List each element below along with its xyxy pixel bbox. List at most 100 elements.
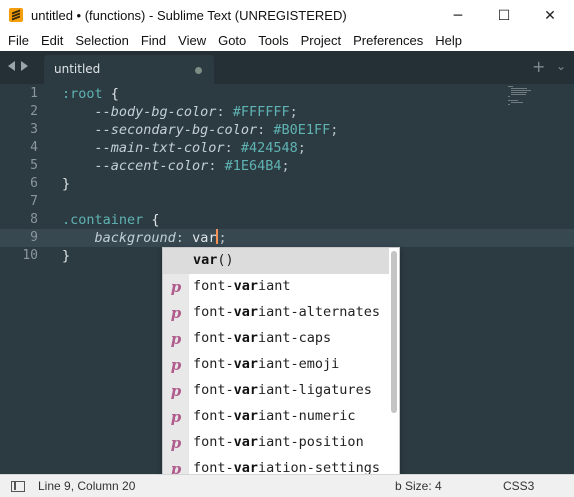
code-line[interactable]: }	[62, 175, 70, 193]
code-token: ;	[330, 122, 339, 138]
line-number: 9	[30, 230, 38, 245]
maximize-button[interactable]: ☐	[481, 0, 527, 31]
code-token: ;	[281, 158, 290, 174]
tab-size-indicator[interactable]: b Size: 4	[395, 479, 442, 493]
line-number: 7	[30, 194, 38, 209]
code-line[interactable]: :root {	[62, 85, 119, 103]
property-kind-icon: p	[163, 274, 189, 300]
menu-view[interactable]: View	[172, 31, 212, 51]
line-number: 2	[30, 104, 38, 119]
status-bar: Line 9, Column 20 b Size: 4 CSS3	[0, 474, 574, 497]
code-line[interactable]: background: var;	[62, 229, 227, 247]
menu-bar: File Edit Selection Find View Goto Tools…	[0, 31, 574, 51]
new-tab-icon[interactable]: +	[532, 57, 545, 76]
code-token: #424548	[240, 140, 298, 156]
code-token: :	[208, 158, 225, 174]
next-tab-icon[interactable]	[21, 61, 28, 71]
sublime-text-icon	[9, 8, 23, 22]
menu-file[interactable]: File	[0, 31, 35, 51]
autocomplete-item-label: font-variant-emoji	[193, 356, 340, 372]
autocomplete-item-label: font-variant-alternates	[193, 304, 380, 320]
minimize-icon: ─	[453, 7, 463, 24]
close-button[interactable]: ✕	[527, 0, 573, 31]
autocomplete-item-label: font-variant-position	[193, 434, 364, 450]
menu-project[interactable]: Project	[295, 31, 347, 51]
property-kind-icon: p	[163, 300, 189, 326]
menu-find[interactable]: Find	[135, 31, 172, 51]
menu-preferences[interactable]: Preferences	[347, 31, 429, 51]
code-line[interactable]: .container {	[62, 211, 160, 229]
autocomplete-item[interactable]: p font-variant-numeric	[163, 404, 389, 430]
menu-tools[interactable]: Tools	[252, 31, 294, 51]
line-number: 6	[30, 176, 38, 191]
code-token: :	[224, 140, 241, 156]
autocomplete-item[interactable]: p font-variant-caps	[163, 326, 389, 352]
code-token: :root	[62, 86, 103, 102]
code-token: }	[62, 176, 71, 192]
window-title: untitled • (functions) - Sublime Text (U…	[31, 8, 347, 23]
code-token: #FFFFFF	[232, 104, 290, 120]
property-kind-icon: p	[163, 326, 189, 352]
menu-goto[interactable]: Goto	[212, 31, 252, 51]
syntax-indicator[interactable]: CSS3	[503, 479, 534, 493]
tab-list-chevron-icon[interactable]: ⌄	[556, 59, 566, 73]
line-number: 4	[30, 140, 38, 155]
tab-nav	[8, 61, 28, 71]
code-token: --main-txt-color	[94, 140, 225, 156]
code-token: ;	[218, 230, 227, 246]
code-token: :	[175, 230, 193, 246]
unsaved-dot-icon[interactable]	[195, 67, 202, 74]
tab-bar: untitled + ⌄	[0, 51, 574, 84]
code-line[interactable]: --secondary-bg-color: #B0E1FF;	[62, 121, 339, 139]
autocomplete-item-label: font-variant-numeric	[193, 408, 356, 424]
autocomplete-item[interactable]: p font-variant-alternates	[163, 300, 389, 326]
autocomplete-item-label: font-variant-caps	[193, 330, 332, 346]
line-number: 10	[22, 248, 38, 263]
autocomplete-item[interactable]: p font-variant-ligatures	[163, 378, 389, 404]
maximize-icon: ☐	[497, 7, 511, 24]
code-token: :	[257, 122, 274, 138]
code-line[interactable]: --main-txt-color: #424548;	[62, 139, 306, 157]
property-kind-icon: p	[163, 352, 189, 378]
code-token: ;	[289, 104, 298, 120]
code-token: #1E64B4	[224, 158, 282, 174]
cursor-position: Line 9, Column 20	[38, 479, 136, 493]
property-kind-icon: p	[163, 378, 189, 404]
code-token: --secondary-bg-color	[94, 122, 258, 138]
autocomplete-item[interactable]: p font-variant-position	[163, 430, 389, 456]
code-token: ;	[297, 140, 306, 156]
minimap[interactable]	[508, 86, 531, 106]
close-icon: ✕	[544, 7, 556, 24]
line-number: 5	[30, 158, 38, 173]
autocomplete-item[interactable]: p font-variant	[163, 274, 389, 300]
code-line[interactable]: --accent-color: #1E64B4;	[62, 157, 290, 175]
code-token: #B0E1FF	[273, 122, 331, 138]
code-token: .container	[62, 212, 144, 228]
property-kind-icon: p	[163, 430, 189, 456]
autocomplete-item-label: font-variant	[193, 278, 291, 294]
code-token: {	[143, 212, 160, 228]
panel-toggle-icon[interactable]	[11, 481, 25, 492]
autocomplete-popup: pfont-variant-east-asianpfont-variation-…	[162, 247, 400, 497]
property-kind-icon: p	[163, 404, 189, 430]
menu-edit[interactable]: Edit	[35, 31, 69, 51]
code-token: var	[192, 230, 217, 246]
code-token: --body-bg-color	[94, 104, 217, 120]
tab-untitled[interactable]: untitled	[44, 55, 214, 84]
previous-tab-icon[interactable]	[8, 61, 15, 71]
autocomplete-scrollbar[interactable]	[391, 251, 397, 413]
code-line[interactable]: }	[62, 247, 70, 265]
menu-selection[interactable]: Selection	[69, 31, 134, 51]
code-token: }	[62, 248, 71, 264]
code-token: background	[94, 230, 176, 246]
code-token: {	[102, 86, 119, 102]
code-line[interactable]: --body-bg-color: #FFFFFF;	[62, 103, 298, 121]
menu-help[interactable]: Help	[429, 31, 468, 51]
autocomplete-item[interactable]: p font-variant-emoji	[163, 352, 389, 378]
minimize-button[interactable]: ─	[435, 0, 481, 31]
tab-label: untitled	[54, 62, 101, 76]
autocomplete-item[interactable]: var()	[163, 248, 389, 274]
